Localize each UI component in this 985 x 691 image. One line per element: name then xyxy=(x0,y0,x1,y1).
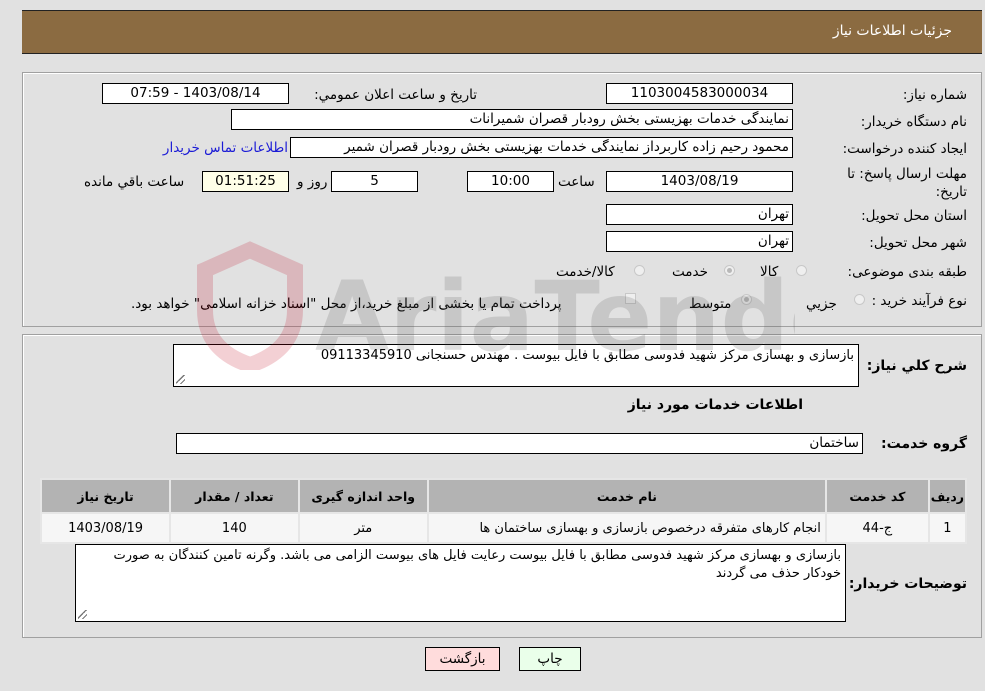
time-label: ساعت xyxy=(558,174,595,190)
cell-row-number: 1 xyxy=(927,512,968,544)
col-service-name: نام خدمت xyxy=(426,478,827,514)
summary-text: بازسازی و بهسازی مرکز شهید فدوسی مطابق ب… xyxy=(320,348,854,363)
buyer-org-label: نام دستگاه خريدار: xyxy=(860,114,967,130)
col-need-date: تاریخ نیاز xyxy=(39,478,172,514)
resize-grip-icon[interactable] xyxy=(176,375,185,384)
category-label: طبقه بندی موضوعی: xyxy=(847,264,967,280)
category-option-service: خدمت xyxy=(672,264,708,280)
treasury-checkbox[interactable] xyxy=(625,293,636,304)
days-field: 5 xyxy=(331,171,418,192)
cell-service-code: ج-44 xyxy=(824,512,930,544)
remaining-time-field: 01:51:25 xyxy=(202,171,289,192)
deadline-time-field: 10:00 xyxy=(467,171,554,192)
need-number-field: 1103004583000034 xyxy=(606,83,793,104)
requester-label: ايجاد کننده درخواست: xyxy=(842,141,967,157)
treasury-checkbox-label: پرداخت تمام یا بخشی از مبلغ خرید،از محل … xyxy=(131,296,562,312)
buyer-org-field: نمایندگی خدمات بهزیستی بخش رودبار قصران … xyxy=(231,109,793,130)
city-label: شهر محل تحویل: xyxy=(869,235,967,251)
col-quantity: تعداد / مقدار xyxy=(169,478,300,514)
services-heading: اطلاعات خدمات مورد نیاز xyxy=(627,397,803,413)
page-header: جزئيات اطلاعات نياز xyxy=(22,10,982,54)
summary-label: شرح كلي نياز: xyxy=(866,358,967,374)
page-title: جزئيات اطلاعات نياز xyxy=(832,23,952,39)
service-group-field: ساختمان xyxy=(176,433,863,454)
cell-quantity: 140 xyxy=(169,512,300,544)
need-number-label: شماره نیاز: xyxy=(902,87,967,103)
service-group-label: گروه خدمت: xyxy=(881,436,967,452)
cell-need-date: 1403/08/19 xyxy=(39,512,172,544)
process-radio-minor[interactable] xyxy=(854,294,865,305)
category-radio-goods[interactable] xyxy=(796,265,807,276)
remaining-label: ساعت باقي مانده xyxy=(84,174,185,190)
summary-textarea[interactable]: بازسازی و بهسازی مرکز شهید فدوسی مطابق ب… xyxy=(173,344,859,387)
process-type-label: نوع فرآیند خرید : xyxy=(871,293,967,309)
buyer-contact-link[interactable]: اطلاعات تماس خريدار xyxy=(163,140,288,156)
col-row-number: رديف xyxy=(927,478,968,514)
category-option-goods-service: کالا/خدمت xyxy=(556,264,615,280)
col-unit: واحد اندازه گیری xyxy=(297,478,429,514)
deadline-label: مهلت ارسال پاسخ: تا تاریخ: xyxy=(847,166,967,200)
process-radio-medium[interactable] xyxy=(741,294,752,305)
services-table: رديف کد خدمت نام خدمت واحد اندازه گیری ت… xyxy=(39,478,968,544)
buyer-notes-textarea[interactable]: بازسازی و بهسازی مرکز شهید فدوسی مطابق ب… xyxy=(75,544,846,622)
province-label: استان محل تحویل: xyxy=(861,208,967,224)
process-option-medium: متوسط xyxy=(689,296,732,312)
category-option-goods: کالا xyxy=(760,264,779,280)
cell-unit: متر xyxy=(297,512,429,544)
announce-date-field: 1403/08/14 - 07:59 xyxy=(102,83,289,104)
requester-field: محمود رحیم زاده کاربرداز نمایندگی خدمات … xyxy=(290,137,793,158)
announce-date-label: تاریخ و ساعت اعلان عمومي: xyxy=(314,87,477,103)
deadline-date-field: 1403/08/19 xyxy=(606,171,793,192)
category-radio-service[interactable] xyxy=(724,265,735,276)
city-field: تهران xyxy=(606,231,793,252)
print-button[interactable]: چاپ xyxy=(519,647,581,671)
resize-grip-icon[interactable] xyxy=(78,610,87,619)
buyer-notes-text: بازسازی و بهسازی مرکز شهید فدوسی مطابق ب… xyxy=(113,548,841,581)
province-field: تهران xyxy=(606,204,793,225)
cell-service-name: انجام کارهای متفرقه درخصوص بازسازی و بهس… xyxy=(426,512,827,544)
table-row: 1 ج-44 انجام کارهای متفرقه درخصوص بازساز… xyxy=(39,512,968,544)
table-header-row: رديف کد خدمت نام خدمت واحد اندازه گیری ت… xyxy=(39,478,968,514)
process-option-minor: جزيي xyxy=(806,296,837,312)
back-button[interactable]: بازگشت xyxy=(425,647,500,671)
days-label: روز و xyxy=(297,174,328,190)
col-service-code: کد خدمت xyxy=(824,478,930,514)
category-radio-goods-service[interactable] xyxy=(634,265,645,276)
buyer-notes-label: توضیحات خریدار: xyxy=(848,576,967,592)
